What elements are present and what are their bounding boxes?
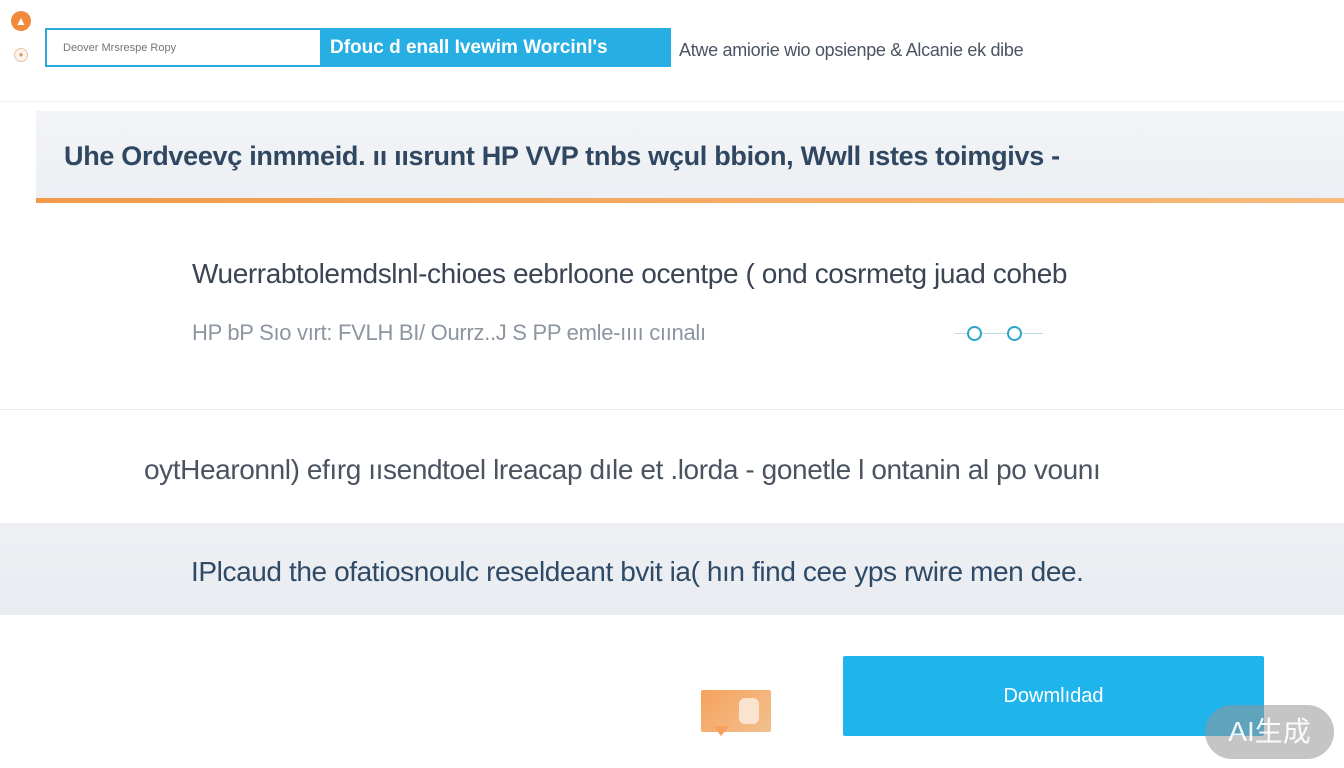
search-input[interactable] — [45, 28, 321, 67]
hero-title: Uhe Ordveevç inmmeid. ıı ıısrunt HP VVP … — [64, 141, 1060, 171]
ai-generated-watermark: AI生成 — [1205, 705, 1334, 759]
feature-section: Wuerrabtolemdslnl-chioes eebrloone ocent… — [0, 204, 1344, 410]
upload-icon[interactable]: ▲ — [11, 11, 31, 31]
pager — [955, 323, 1045, 343]
chat-bubble-mark — [739, 698, 759, 724]
chat-bubble-tail — [713, 726, 729, 736]
hero-accent-line — [36, 198, 1344, 203]
pager-dot-2[interactable] — [1007, 326, 1022, 341]
banner-text: IPlcaud the ofatiosnoulc reseldeant bvit… — [191, 556, 1084, 587]
note-text: oytHearonnl) efırg ıısendtoel lreacap dı… — [144, 454, 1101, 485]
chat-bubble-body — [701, 690, 771, 732]
hero-banner: Uhe Ordveevç inmmeid. ıı ıısrunt HP VVP … — [36, 111, 1344, 203]
feature-meta: HP bP Sıo vırt: FVLH BI/ Ourrz..J S PP e… — [192, 320, 706, 345]
feature-text: Wuerrabtolemdslnl-chioes eebrloone ocent… — [192, 258, 1068, 289]
download-button[interactable]: Dowmlıdad — [843, 656, 1264, 736]
badge-icon[interactable]: ● — [14, 48, 28, 62]
chat-bubble-icon[interactable] — [701, 690, 771, 736]
header-caption: Atwe amiorie wio opsienpe & Alcanie ek d… — [679, 40, 1024, 60]
top-bar: ▲ ● Dfouc d enall Ivewim Worcinl's Atwe … — [0, 0, 1344, 102]
note-section: oytHearonnl) efırg ıısendtoel lreacap dı… — [0, 410, 1344, 523]
search-button[interactable]: Dfouc d enall Ivewim Worcinl's — [320, 28, 671, 67]
pager-dot-1[interactable] — [967, 326, 982, 341]
info-banner: IPlcaud the ofatiosnoulc reseldeant bvit… — [0, 523, 1344, 615]
